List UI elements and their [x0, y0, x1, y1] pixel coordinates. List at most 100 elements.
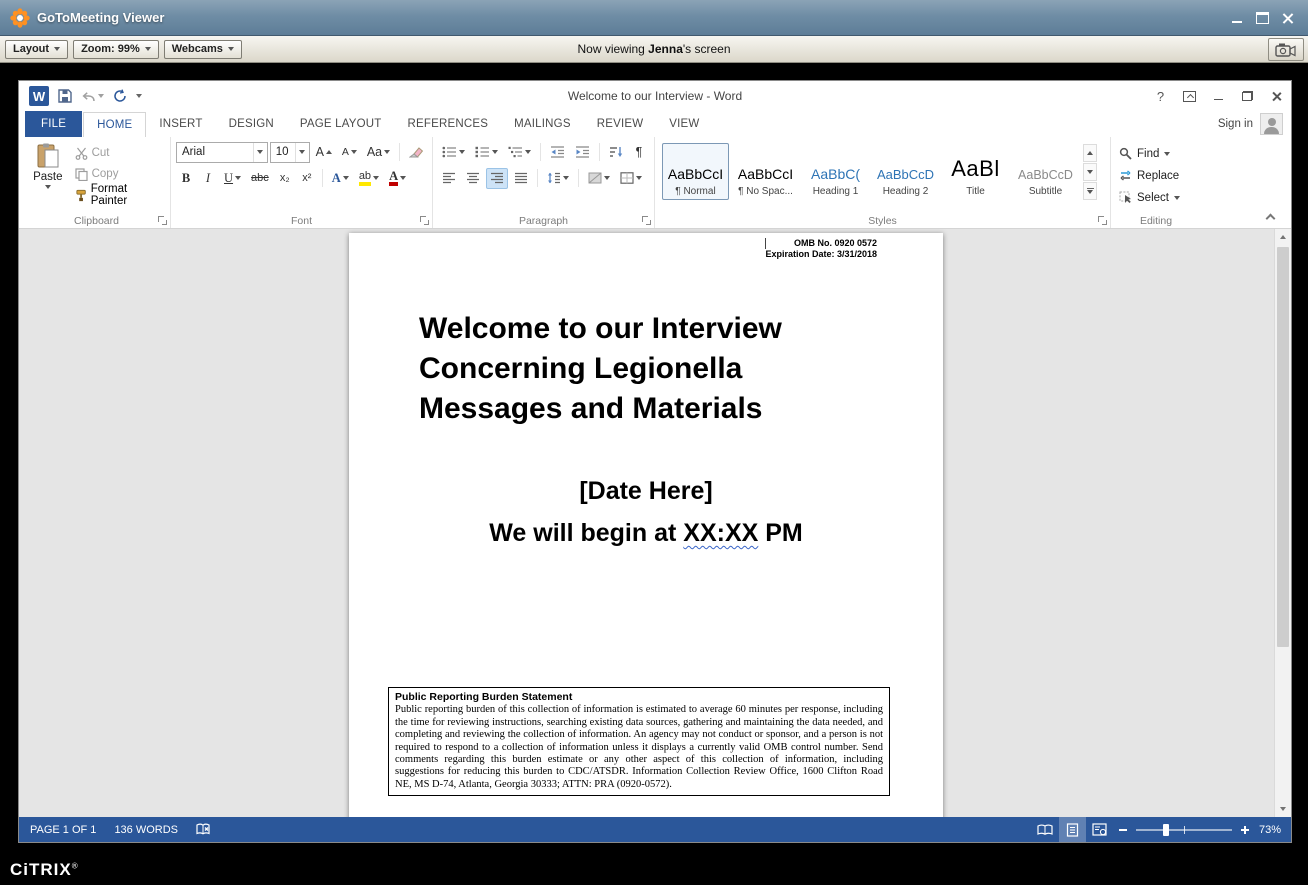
web-layout-button[interactable] [1086, 817, 1113, 842]
page-indicator[interactable]: PAGE 1 OF 1 [21, 817, 105, 842]
tab-home[interactable]: HOME [83, 112, 146, 138]
clipboard-dialog-launcher[interactable] [157, 215, 167, 225]
justify-button[interactable] [510, 168, 532, 189]
paste-button[interactable]: Paste [28, 141, 68, 205]
gtm-close-button[interactable] [1281, 12, 1294, 24]
style-normal[interactable]: AaBbCcI ¶ Normal [662, 143, 729, 200]
paragraph-dialog-launcher[interactable] [641, 215, 651, 225]
tab-page-layout[interactable]: PAGE LAYOUT [287, 111, 395, 137]
borders-button[interactable] [616, 168, 646, 189]
style-title[interactable]: AaBl Title [942, 143, 1009, 200]
avatar[interactable] [1260, 113, 1283, 135]
tab-mailings[interactable]: MAILINGS [501, 111, 584, 137]
document-page[interactable]: OMB No. 0920 0572 Expiration Date: 3/31/… [349, 233, 943, 817]
vertical-scrollbar[interactable] [1274, 229, 1291, 817]
undo-dropdown-arrow-icon[interactable] [98, 94, 104, 98]
underline-button[interactable]: U [220, 168, 245, 189]
customize-qat-button[interactable] [136, 94, 142, 98]
paste-dropdown-arrow-icon[interactable] [45, 185, 51, 189]
chevron-down-icon[interactable] [253, 143, 267, 162]
multilevel-list-button[interactable] [504, 142, 535, 163]
grow-font-button[interactable]: A [312, 142, 336, 163]
styles-dialog-launcher[interactable] [1097, 215, 1107, 225]
repeat-button[interactable] [113, 89, 127, 103]
font-color-button[interactable]: A [385, 168, 410, 189]
copy-button[interactable]: Copy [72, 164, 165, 184]
zoom-slider[interactable] [1136, 829, 1232, 831]
strikethrough-button[interactable]: abc [247, 168, 273, 189]
proofing-status-button[interactable] [187, 817, 220, 842]
style-no-spacing[interactable]: AaBbCcI ¶ No Spac... [732, 143, 799, 200]
style-heading-2[interactable]: AaBbCcD Heading 2 [872, 143, 939, 200]
zoom-percentage[interactable]: 73% [1255, 824, 1289, 836]
shrink-font-button[interactable]: A [338, 142, 361, 163]
tab-insert[interactable]: INSERT [146, 111, 215, 137]
undo-button[interactable] [81, 90, 104, 103]
webcams-dropdown[interactable]: Webcams [164, 40, 242, 59]
text-effects-button[interactable]: A [328, 168, 353, 189]
numbering-button[interactable] [471, 142, 502, 163]
tab-review[interactable]: REVIEW [584, 111, 657, 137]
style-subtitle[interactable]: AaBbCcD Subtitle [1012, 143, 1079, 200]
select-button[interactable]: Select [1116, 187, 1196, 208]
bold-button[interactable]: B [176, 168, 196, 189]
styles-more-button[interactable] [1083, 182, 1097, 200]
align-center-button[interactable] [462, 168, 484, 189]
font-dialog-launcher[interactable] [419, 215, 429, 225]
align-right-button[interactable] [486, 168, 508, 189]
styles-scroll-up-button[interactable] [1083, 144, 1097, 162]
arrow-up-icon [326, 150, 332, 154]
word-minimize-button[interactable] [1204, 82, 1233, 110]
zoom-dropdown[interactable]: Zoom: 99% [73, 40, 159, 59]
superscript-button[interactable]: x² [297, 168, 317, 189]
align-left-button[interactable] [438, 168, 460, 189]
camera-button[interactable] [1268, 38, 1304, 61]
line-spacing-button[interactable] [543, 168, 573, 189]
tab-references[interactable]: REFERENCES [395, 111, 502, 137]
title-line-2: Concerning Legionella [419, 349, 782, 389]
find-button[interactable]: Find [1116, 143, 1196, 164]
increase-indent-button[interactable] [571, 142, 594, 163]
print-layout-button[interactable] [1059, 817, 1086, 842]
font-size-combo[interactable]: 10 [270, 142, 310, 163]
styles-scroll-down-button[interactable] [1083, 163, 1097, 181]
scroll-down-button[interactable] [1275, 801, 1291, 817]
tab-design[interactable]: DESIGN [216, 111, 287, 137]
scrollbar-thumb[interactable] [1277, 247, 1289, 647]
word-count[interactable]: 136 WORDS [105, 817, 187, 842]
format-painter-button[interactable]: Format Painter [72, 185, 165, 205]
ribbon-display-options-button[interactable] [1175, 82, 1204, 110]
help-button[interactable]: ? [1146, 82, 1175, 110]
gtm-minimize-button[interactable] [1231, 12, 1244, 24]
chevron-down-icon[interactable] [295, 143, 309, 162]
bullets-button[interactable] [438, 142, 469, 163]
italic-button[interactable]: I [198, 168, 218, 189]
word-close-button[interactable] [1262, 82, 1291, 110]
decrease-indent-button[interactable] [546, 142, 569, 163]
clear-formatting-button[interactable] [405, 142, 427, 163]
tab-file[interactable]: FILE [25, 111, 82, 137]
replace-button[interactable]: Replace [1116, 165, 1196, 186]
zoom-slider-thumb[interactable] [1163, 824, 1169, 836]
word-app-icon[interactable]: W [29, 86, 49, 106]
zoom-in-button[interactable] [1235, 817, 1255, 842]
change-case-button[interactable]: Aa [363, 142, 394, 163]
shading-button[interactable] [584, 168, 614, 189]
scroll-up-button[interactable] [1275, 229, 1291, 245]
show-hide-marks-button[interactable]: ¶ [629, 142, 649, 163]
collapse-ribbon-button[interactable] [1261, 210, 1279, 224]
tab-view[interactable]: VIEW [656, 111, 712, 137]
sort-button[interactable] [605, 142, 627, 163]
zoom-out-button[interactable] [1113, 817, 1133, 842]
font-name-combo[interactable]: Arial [176, 142, 268, 163]
sign-in-link[interactable]: Sign in [1218, 111, 1253, 137]
read-mode-button[interactable] [1032, 817, 1059, 842]
subscript-button[interactable]: x₂ [275, 168, 295, 189]
gtm-maximize-button[interactable] [1256, 12, 1269, 24]
word-restore-button[interactable] [1233, 82, 1262, 110]
cut-button[interactable]: Cut [72, 143, 165, 163]
layout-dropdown[interactable]: Layout [5, 40, 68, 59]
save-button[interactable] [58, 89, 72, 103]
highlight-color-button[interactable]: ab [355, 168, 383, 189]
style-heading-1[interactable]: AaBbC( Heading 1 [802, 143, 869, 200]
